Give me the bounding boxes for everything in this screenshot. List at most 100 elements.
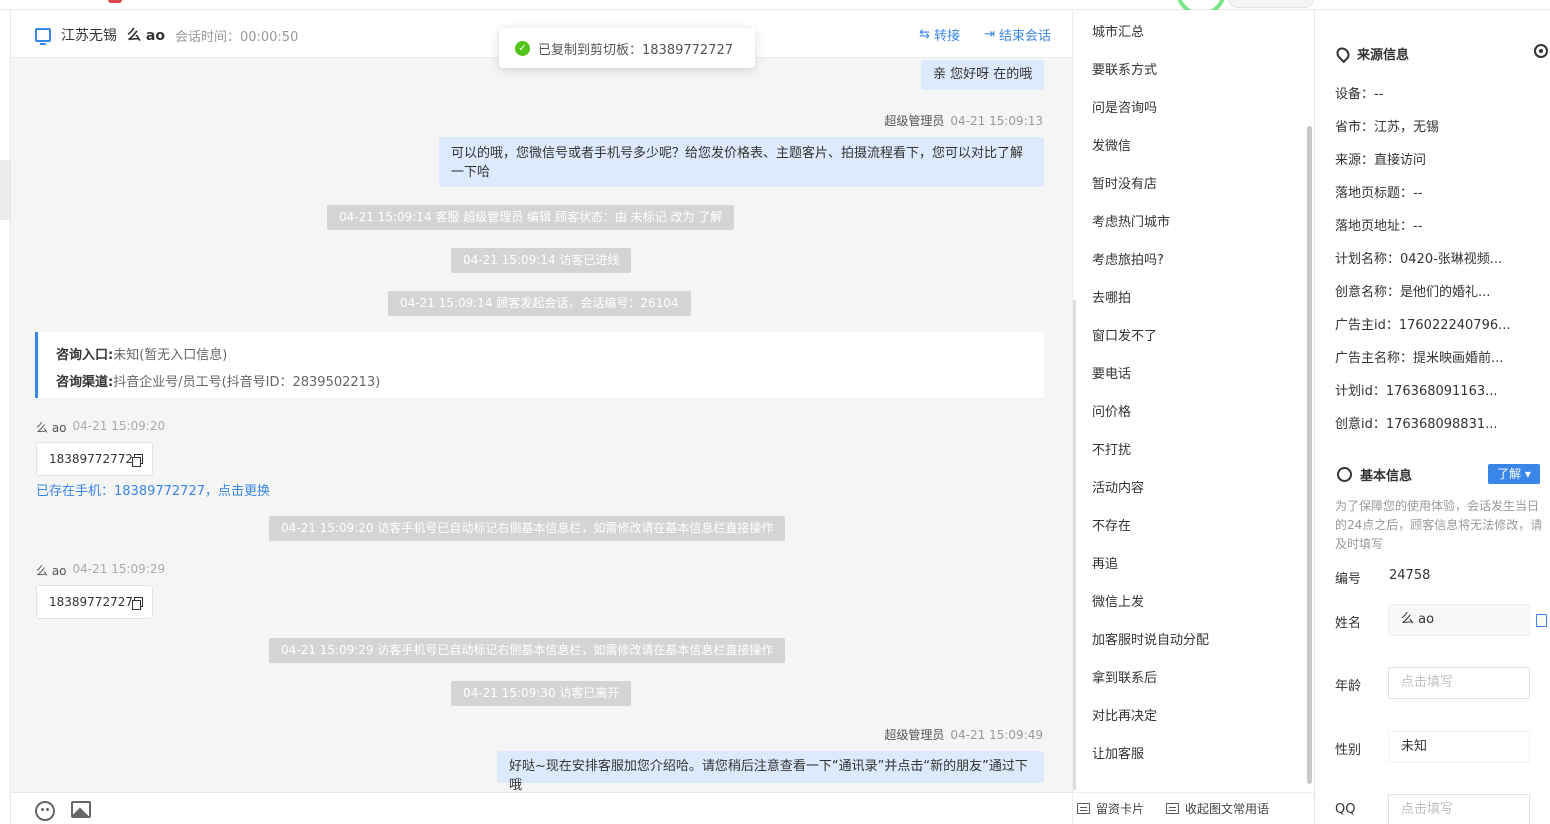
quick-phrase-item[interactable]: 要电话: [1092, 363, 1131, 382]
visitor-meta: 么 ao 04-21 15:09:20: [36, 419, 166, 435]
quick-phrase-item[interactable]: 微信上发: [1092, 591, 1144, 610]
agent-message: 可以的哦，您微信号或者手机号多少呢？给您发价格表、主题客片、拍摄流程看下，您可以…: [439, 137, 1044, 187]
image-icon[interactable]: [71, 801, 91, 818]
source-info-title: 来源信息: [1333, 44, 1409, 63]
quick-phrase-item[interactable]: 窗口发不了: [1092, 325, 1157, 344]
qq-label: QQ: [1335, 802, 1356, 817]
chat-scrollbar[interactable]: [1073, 300, 1076, 790]
system-message: 04-21 15:09:14 访客已进线: [451, 248, 632, 273]
gender-label: 性别: [1335, 743, 1362, 758]
source-info-row: 落地页标题：--: [1335, 186, 1423, 201]
quick-phrase-item[interactable]: 让加客服: [1092, 743, 1144, 762]
id-label: 编号: [1335, 572, 1362, 587]
red-mark: [108, 0, 122, 3]
collapse-phrases-button[interactable]: 收起图文常用语: [1166, 800, 1269, 817]
qq-field[interactable]: 点击填写: [1388, 794, 1530, 824]
source-info-row: 计划名称：0420-张琳视频...: [1335, 252, 1503, 267]
name-field[interactable]: 么 ao: [1388, 604, 1530, 636]
id-value: 24758: [1389, 568, 1431, 583]
phrases-footer: 留资卡片 收起图文常用语: [1073, 792, 1315, 824]
gender-field[interactable]: 未知: [1388, 731, 1530, 763]
source-info-row: 省市：江苏，无锡: [1335, 120, 1440, 135]
basic-info-title: 基本信息: [1337, 465, 1412, 484]
source-info-row: 广告主名称：提米映画婚前...: [1335, 351, 1504, 366]
age-field[interactable]: 点击填写: [1388, 667, 1530, 699]
input-toolbar: [11, 792, 1073, 824]
entry-value: 未知(暂无入口信息): [113, 348, 228, 363]
toast-text: 已复制到剪切板：18389772727: [538, 42, 733, 58]
chat-area: 江苏无锡 么 ao 会话时间：00:00:50 ⇆ 转接 ⇥ 结束会话 ✓ 已复制到…: [10, 10, 1073, 824]
source-info-row: 落地页地址：--: [1335, 219, 1423, 234]
visitor-message[interactable]: 18389772727: [36, 585, 153, 619]
quick-phrase-item[interactable]: 要联系方式: [1092, 59, 1157, 78]
top-strip: [0, 0, 1550, 10]
quick-phrase-item[interactable]: 不存在: [1092, 515, 1131, 534]
agent-meta: 超级管理员 04-21 15:09:49: [884, 728, 1043, 742]
customer-status-dropdown[interactable]: 了解 ▾: [1488, 464, 1540, 484]
edit-notice: 为了保障您的使用体验，会话发生当日的24点之后，顾客信息将无法修改，请及时填写: [1335, 499, 1543, 551]
source-info-row: 创意名称：是他们的婚礼...: [1335, 285, 1491, 300]
quick-phrase-item[interactable]: 问是咨询吗: [1092, 97, 1157, 116]
visitor-meta: 么 ao 04-21 15:09:29: [36, 562, 166, 578]
visitor-name: 么 ao: [127, 28, 165, 44]
quick-phrase-item[interactable]: 城市汇总: [1092, 21, 1144, 40]
quick-phrase-item[interactable]: 考虑旅拍吗?: [1092, 249, 1164, 268]
agent-message: 好哒~现在安排客服加您介绍哈。请您稍后注意查看一下“通讯录”并点击“新的朋友”通…: [497, 751, 1044, 793]
quick-phrase-item[interactable]: 加客服时说自动分配: [1092, 629, 1209, 648]
source-info-row: 创意id：176368098831...: [1335, 417, 1498, 432]
card-icon: [1077, 803, 1090, 814]
left-edge-tab[interactable]: [0, 160, 10, 220]
quick-phrase-item[interactable]: 拿到联系后: [1092, 667, 1157, 686]
source-info-row: 设备：--: [1335, 87, 1384, 102]
phone-change-link[interactable]: 已存在手机：18389772727，点击更换: [36, 480, 270, 499]
transfer-icon: ⇆: [919, 27, 931, 42]
visitor-info-panel: 来源信息 设备：-- 省市：江苏，无锡 来源：直接访问 落地页标题：-- 落地页地址：-…: [1314, 10, 1550, 824]
settings-icon[interactable]: [1534, 44, 1548, 58]
lead-card-button[interactable]: 留资卡片: [1077, 800, 1144, 817]
system-message: 04-21 15:09:30 访客已离开: [451, 681, 632, 706]
location-pin-icon: [1333, 44, 1353, 63]
source-info-row: 广告主id：176022240796...: [1335, 318, 1511, 333]
system-message: 04-21 15:09:29 访客手机号已自动标记右侧基本信息栏，如需修改请在基…: [269, 638, 786, 663]
system-message: 04-21 15:09:14 客服 超级管理员 编辑 顾客状态：由 未标记 改为…: [327, 205, 735, 230]
copy-icon[interactable]: [1536, 614, 1547, 627]
quick-phrase-item[interactable]: 对比再决定: [1092, 705, 1157, 724]
name-label: 姓名: [1335, 616, 1362, 631]
emoji-icon[interactable]: [35, 801, 55, 821]
visitor-message[interactable]: 18389772772: [36, 442, 153, 476]
end-session-button[interactable]: ⇥ 结束会话: [984, 25, 1051, 44]
consult-info-card: 咨询入口:未知(暂无入口信息) 咨询渠道:抖音企业号/员工号(抖音号ID：283…: [35, 332, 1044, 398]
channel-label: 咨询渠道:: [56, 375, 114, 390]
phrases-scrollbar[interactable]: [1307, 126, 1312, 784]
monitor-icon: [35, 28, 51, 45]
quick-phrase-item[interactable]: 考虑热门城市: [1092, 211, 1170, 230]
check-icon: ✓: [515, 40, 530, 56]
quick-phrase-item[interactable]: 去哪拍: [1092, 287, 1131, 306]
visitor-location: 江苏无锡: [61, 28, 117, 44]
system-message: 04-21 15:09:14 顾客发起会话，会话编号：26104: [388, 291, 691, 316]
user-icon: [1337, 467, 1352, 482]
copy-icon[interactable]: [131, 597, 143, 610]
quick-phrase-item[interactable]: 再追: [1092, 553, 1118, 572]
quick-phrase-item[interactable]: 问价格: [1092, 401, 1131, 420]
top-pill: [1228, 0, 1314, 8]
quick-phrase-item[interactable]: 活动内容: [1092, 477, 1144, 496]
age-label: 年龄: [1335, 679, 1362, 694]
quick-phrases-panel: 城市汇总要联系方式问是咨询吗发微信暂时没有店考虑热门城市 考虑旅拍吗? 去哪拍窗口发…: [1072, 10, 1315, 824]
agent-message: 亲 您好呀 在的哦: [921, 60, 1045, 90]
entry-label: 咨询入口:: [56, 348, 114, 363]
source-info-row: 来源：直接访问: [1335, 153, 1427, 168]
copy-toast: ✓ 已复制到剪切板：18389772727: [499, 28, 755, 68]
quick-phrase-item[interactable]: 发微信: [1092, 135, 1131, 154]
agent-meta: 超级管理员 04-21 15:09:13: [884, 114, 1043, 128]
quick-phrase-item[interactable]: 暂时没有店: [1092, 173, 1157, 192]
source-info-row: 计划id：176368091163...: [1335, 384, 1498, 399]
quick-phrase-item[interactable]: 不打扰: [1092, 439, 1131, 458]
transfer-button[interactable]: ⇆ 转接: [919, 25, 960, 44]
channel-value: 抖音企业号/员工号(抖音号ID：2839502213): [113, 375, 381, 390]
list-icon: [1166, 803, 1180, 814]
session-time: 会话时间：00:00:50: [174, 29, 299, 45]
system-message: 04-21 15:09:20 访客手机号已自动标记右侧基本信息栏，如需修改请在基…: [269, 516, 786, 541]
exit-icon: ⇥: [984, 27, 995, 42]
copy-icon[interactable]: [131, 454, 143, 467]
